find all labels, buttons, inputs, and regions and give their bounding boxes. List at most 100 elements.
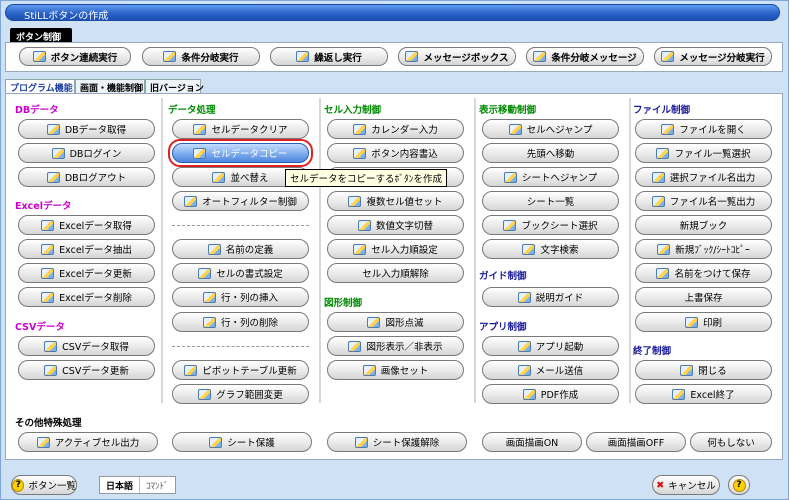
sheet-list[interactable]: シート一覧 <box>482 191 619 211</box>
sheet-jump[interactable]: シートへジャンプ <box>482 167 619 187</box>
db-logout[interactable]: DBログアウト <box>18 167 155 187</box>
section-title-end: 終了制御 <box>633 346 672 357</box>
title-bar: StiLLボタンの作成 <box>5 4 780 22</box>
cell-data-copy[interactable]: セルデータコピー <box>172 143 309 163</box>
move-to-top[interactable]: 先頭へ移動 <box>482 143 619 163</box>
new-book-sheet-copy[interactable]: 新規ﾌﾞｯｸ/ｼｰﾄｺﾋﾟｰ <box>635 239 772 259</box>
cell-jump[interactable]: セルへジャンプ <box>482 119 619 139</box>
button-icon <box>680 364 694 376</box>
repeat-run[interactable]: 繰返し実行 <box>270 47 388 66</box>
divider <box>161 98 163 403</box>
file-open[interactable]: ファイルを開く <box>635 119 772 139</box>
description-guide[interactable]: 説明ガイド <box>482 287 619 307</box>
button-icon <box>348 340 362 352</box>
print[interactable]: 印刷 <box>635 312 772 332</box>
db-login[interactable]: DBログイン <box>18 143 155 163</box>
button-icon <box>198 267 212 279</box>
button-icon <box>36 436 50 448</box>
mail-send[interactable]: メール送信 <box>482 360 619 380</box>
conditional-branch-run[interactable]: 条件分岐実行 <box>142 47 260 66</box>
close[interactable]: 閉じる <box>635 360 772 380</box>
shape-show-hide[interactable]: 図形表示／非表示 <box>327 336 464 356</box>
button-icon <box>661 123 675 135</box>
db-data-get[interactable]: DBデータ取得 <box>18 119 155 139</box>
screen-update-on[interactable]: 画面描画ON <box>482 432 582 452</box>
button-icon <box>357 219 371 231</box>
text-search[interactable]: 文字検索 <box>482 239 619 259</box>
csv-data-update[interactable]: CSVデータ更新 <box>18 360 155 380</box>
excel-data-update[interactable]: Excelデータ更新 <box>18 263 155 283</box>
book-sheet-select[interactable]: ブックシート選択 <box>482 215 619 235</box>
file-name-list-output[interactable]: ファイル名一覧出力 <box>635 191 772 211</box>
cell-data-clear[interactable]: セルデータクリア <box>172 119 309 139</box>
app-launch[interactable]: アプリ起動 <box>482 336 619 356</box>
help-button[interactable]: ? <box>728 475 750 495</box>
image-set[interactable]: 画像セット <box>327 360 464 380</box>
button-sequential-run[interactable]: ボタン連続実行 <box>19 47 131 66</box>
help-icon: ? <box>12 478 25 492</box>
button-icon <box>517 364 531 376</box>
section-title-file: ファイル制御 <box>633 105 691 116</box>
section-title-other: その他特殊処理 <box>15 418 82 429</box>
button-icon <box>41 243 55 255</box>
button-icon <box>207 243 221 255</box>
overwrite-save[interactable]: 上書保存 <box>635 287 772 307</box>
excel-data-delete[interactable]: Excelデータ削除 <box>18 287 155 307</box>
shape-blink[interactable]: 図形点滅 <box>327 312 464 332</box>
new-book[interactable]: 新規ブック <box>635 215 772 235</box>
button-content-write[interactable]: ボタン内容書込 <box>327 143 464 163</box>
excel-data-extract[interactable]: Excelデータ抽出 <box>18 239 155 259</box>
save-as[interactable]: 名前をつけて保存 <box>635 263 772 283</box>
tab-program-functions[interactable]: プログラム機能 <box>5 79 75 94</box>
cell-input-order-set[interactable]: セル入力順設定 <box>327 239 464 259</box>
pivot-table-update[interactable]: ピボットテーブル更新 <box>172 360 309 380</box>
section-title-data: データ処理 <box>168 105 216 116</box>
lang-command[interactable]: ｺﾏﾝﾄﾞ <box>140 477 175 493</box>
autofilter-control[interactable]: オートフィルター制御 <box>172 191 309 211</box>
lang-japanese[interactable]: 日本語 <box>100 477 141 493</box>
number-text-toggle[interactable]: 数値文字切替 <box>327 215 464 235</box>
cell-format-setting[interactable]: セルの書式設定 <box>172 263 309 283</box>
button-icon <box>212 171 226 183</box>
tab-old-version[interactable]: 旧バージョン <box>145 79 204 94</box>
button-icon <box>503 219 517 231</box>
button-icon <box>362 364 376 376</box>
button-icon <box>32 51 46 62</box>
button-icon <box>46 171 60 183</box>
help-icon: ? <box>732 478 746 492</box>
separator <box>172 346 309 347</box>
button-icon <box>184 364 198 376</box>
file-list-select[interactable]: ファイル一覧選択 <box>635 143 772 163</box>
button-list-button[interactable]: ? ボタン一覧 <box>11 475 77 495</box>
tab-screen-control[interactable]: 画面・機能制御 <box>75 79 145 94</box>
section-title-guide: ガイド制御 <box>479 271 527 282</box>
screen-update-off[interactable]: 画面描画OFF <box>586 432 686 452</box>
button-icon <box>353 147 367 159</box>
csv-data-get[interactable]: CSVデータ取得 <box>18 336 155 356</box>
cell-input-order-clear[interactable]: セル入力順解除 <box>327 263 464 283</box>
button-icon <box>517 340 531 352</box>
message-box[interactable]: メッセージボックス <box>398 47 516 66</box>
button-control-header: ボタン制御 <box>10 28 72 43</box>
row-column-insert[interactable]: 行・列の挿入 <box>172 287 309 307</box>
selected-file-name-output[interactable]: 選択ファイル名出力 <box>635 167 772 187</box>
section-title-move: 表示移動制御 <box>479 105 537 116</box>
divider <box>319 98 321 403</box>
sheet-protect[interactable]: シート保護 <box>172 432 312 452</box>
message-branch-run[interactable]: メッセージ分岐実行 <box>654 47 772 66</box>
name-definition[interactable]: 名前の定義 <box>172 239 309 259</box>
sheet-unprotect[interactable]: シート保護解除 <box>327 432 467 452</box>
button-icon <box>296 51 310 62</box>
multiple-cell-value-set[interactable]: 複数セル値セット <box>327 191 464 211</box>
cancel-button[interactable]: ✖ キャンセル <box>652 475 720 495</box>
pdf-create[interactable]: PDF作成 <box>482 384 619 404</box>
row-column-delete[interactable]: 行・列の削除 <box>172 312 309 332</box>
divider <box>474 98 476 403</box>
calendar-input[interactable]: カレンダー入力 <box>327 119 464 139</box>
do-nothing[interactable]: 何もしない <box>690 432 772 452</box>
conditional-message[interactable]: 条件分岐メッセージ <box>526 47 644 66</box>
excel-exit[interactable]: Excel終了 <box>635 384 772 404</box>
active-cell-output[interactable]: アクティブセル出力 <box>18 432 158 452</box>
excel-data-get[interactable]: Excelデータ取得 <box>18 215 155 235</box>
graph-range-change[interactable]: グラフ範囲変更 <box>172 384 309 404</box>
